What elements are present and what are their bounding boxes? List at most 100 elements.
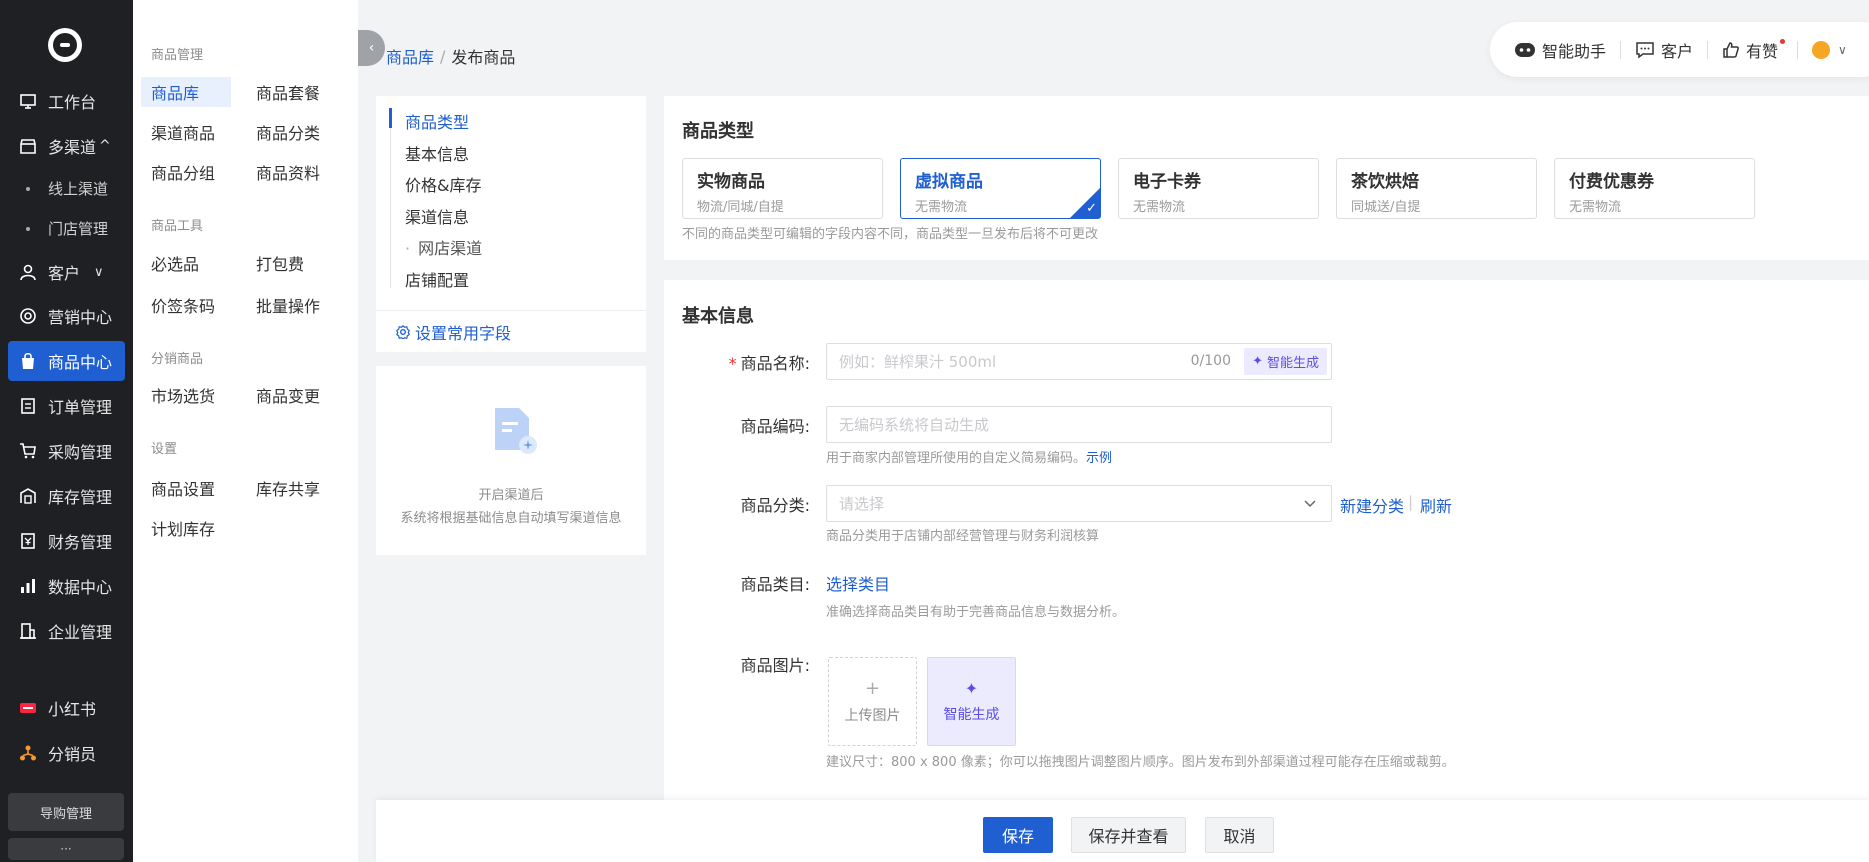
new-category-link[interactable]: 新建分类	[1340, 493, 1404, 517]
char-counter: 0/100	[1190, 353, 1231, 369]
type-option-desc: 无需物流	[1133, 200, 1186, 215]
type-option-desc: 物流/同城/自提	[697, 200, 784, 215]
subnav-link-category[interactable]: 商品分类	[246, 117, 320, 147]
product-code-input[interactable]: 无编码系统将自动生成	[826, 406, 1332, 443]
nav-customer[interactable]: 客户 ∨	[8, 252, 125, 292]
select-class-link[interactable]: 选择类目	[826, 571, 890, 595]
guide-management-button[interactable]: 导购管理	[8, 793, 124, 831]
assistant-label: 智能助手	[1542, 41, 1607, 61]
robot-icon	[1514, 41, 1536, 59]
product-image-label: 商品图片:	[740, 656, 810, 675]
nav-label: 小红书	[48, 700, 97, 719]
distributor-icon	[18, 743, 38, 763]
nav-product-center[interactable]: 商品中心	[8, 341, 125, 381]
nav-data[interactable]: 数据中心	[8, 566, 125, 606]
plus-icon: +	[864, 678, 881, 699]
type-option-physical[interactable]: 实物商品 物流/同城/自提	[682, 158, 883, 219]
type-option-ecard[interactable]: 电子卡券 无需物流	[1118, 158, 1319, 219]
type-option-virtual[interactable]: 虚拟商品 无需物流 ✓	[900, 158, 1101, 219]
nav-label: 财务管理	[48, 533, 113, 552]
type-option-desc: 同城送/自提	[1351, 200, 1421, 215]
user-icon	[18, 262, 38, 282]
anchor-price-stock[interactable]: 价格&库存	[405, 172, 481, 196]
nav-distributor[interactable]: 分销员	[8, 733, 125, 773]
assistant-button[interactable]: 智能助手	[1514, 38, 1606, 62]
breadcrumb-parent[interactable]: 商品库	[386, 44, 434, 68]
product-name-input[interactable]: 例如：鲜榨果汁 500ml 0/100 ✦ 智能生成	[826, 343, 1332, 380]
product-name-label: * 商品名称:	[690, 350, 810, 374]
set-common-fields-link[interactable]: 设置常用字段	[396, 320, 511, 344]
example-link[interactable]: 示例	[1086, 451, 1112, 466]
nav-label: 营销中心	[48, 308, 113, 327]
nav-label: 采购管理	[48, 443, 113, 462]
nav-workbench[interactable]: 工作台	[8, 81, 125, 121]
collapse-sidebar-button[interactable]: ‹	[358, 30, 385, 66]
channel-empty-card: 开启渠道后 系统将根据基础信息自动填写渠道信息	[376, 366, 646, 555]
anchor-product-type[interactable]: 商品类型	[405, 109, 469, 133]
customer-service-button[interactable]: 客户	[1635, 38, 1693, 62]
chat-icon	[1635, 41, 1655, 59]
save-button[interactable]: 保存	[983, 817, 1053, 853]
subnav-link-bundle[interactable]: 商品套餐	[246, 77, 320, 107]
more-button[interactable]: ···	[8, 838, 124, 860]
subnav-link-group[interactable]: 商品分组	[141, 157, 215, 187]
finance-icon	[18, 531, 38, 551]
nav-xiaohongshu[interactable]: 小红书	[8, 688, 125, 728]
subnav-link-stock-share[interactable]: 库存共享	[246, 473, 320, 503]
save-and-view-button[interactable]: 保存并查看	[1071, 817, 1186, 853]
anchor-channel-info[interactable]: 渠道信息	[405, 204, 469, 228]
subnav-link-channel-products[interactable]: 渠道商品	[141, 117, 215, 147]
nav-multichannel[interactable]: 多渠道 ^	[8, 126, 125, 166]
nav-inventory[interactable]: 库存管理	[8, 476, 125, 516]
subnav-link-planned-stock[interactable]: 计划库存	[141, 513, 215, 543]
subnav-link-product-library[interactable]: 商品库	[141, 77, 231, 107]
subnav-link-materials[interactable]: 商品资料	[246, 157, 320, 187]
breadcrumb-separator: /	[440, 46, 446, 66]
nav-label: 工作台	[48, 93, 97, 112]
refresh-link[interactable]: 刷新	[1420, 493, 1452, 517]
nav-sub-stores[interactable]: 门店管理	[26, 218, 108, 239]
type-option-tea-bakery[interactable]: 茶饮烘焙 同城送/自提	[1336, 158, 1537, 219]
type-option-paid-coupon[interactable]: 付费优惠券 无需物流	[1554, 158, 1755, 219]
nav-marketing[interactable]: 营销中心	[8, 296, 125, 336]
nav-orders[interactable]: 订单管理	[8, 386, 125, 426]
nav-finance[interactable]: 财务管理	[8, 521, 125, 561]
product-class-label: 商品类目:	[740, 575, 810, 594]
chevron-down-icon: ∨	[94, 264, 104, 280]
nav-label: 库存管理	[48, 488, 113, 507]
channel-empty-line1: 开启渠道后	[478, 488, 544, 503]
subnav-section-title: 商品工具	[151, 219, 204, 234]
bag-icon	[18, 351, 38, 371]
youzan-label: 有赞	[1746, 41, 1779, 61]
target-icon	[18, 306, 38, 326]
subnav-link-changes[interactable]: 商品变更	[246, 380, 320, 410]
ai-generate-image-button[interactable]: ✦ 智能生成	[927, 657, 1016, 746]
type-option-name: 实物商品	[697, 172, 765, 192]
upload-image-label: 上传图片	[844, 708, 901, 724]
anchor-store-config[interactable]: 店铺配置	[405, 267, 469, 291]
anchor-basic-info[interactable]: 基本信息	[405, 141, 469, 165]
app-logo[interactable]	[48, 28, 82, 62]
product-category-select[interactable]: 请选择	[826, 485, 1332, 522]
subnav-link-required[interactable]: 必选品	[141, 248, 199, 278]
nav-enterprise[interactable]: 企业管理	[8, 611, 125, 651]
breadcrumb-current: 发布商品	[451, 48, 516, 67]
ai-generate-name-button[interactable]: ✦ 智能生成	[1244, 348, 1327, 375]
upload-image-button[interactable]: + 上传图片	[828, 657, 917, 746]
anchor-online-channel[interactable]: · 网店渠道	[405, 235, 482, 259]
youzan-button[interactable]: 有赞	[1722, 38, 1786, 62]
subnav-link-settings[interactable]: 商品设置	[141, 473, 215, 503]
check-icon: ✓	[1086, 201, 1097, 216]
subnav-link-batch[interactable]: 批量操作	[246, 290, 320, 320]
gear-icon	[396, 325, 410, 339]
required-mark: *	[728, 354, 737, 373]
subnav-link-market[interactable]: 市场选货	[141, 380, 215, 410]
nav-sub-online[interactable]: 线上渠道	[26, 178, 108, 199]
subnav-link-packing-fee[interactable]: 打包费	[246, 248, 304, 278]
user-avatar-menu[interactable]: ∨	[1812, 40, 1847, 59]
sparkle-icon: ✦	[1252, 354, 1263, 369]
nav-purchase[interactable]: 采购管理	[8, 431, 125, 471]
subnav-link-barcode[interactable]: 价签条码	[141, 290, 215, 320]
cancel-button[interactable]: 取消	[1205, 817, 1274, 853]
product-type-card: 商品类型 实物商品 物流/同城/自提 虚拟商品 无需物流 ✓ 电子卡券 无需物流…	[664, 96, 1869, 260]
